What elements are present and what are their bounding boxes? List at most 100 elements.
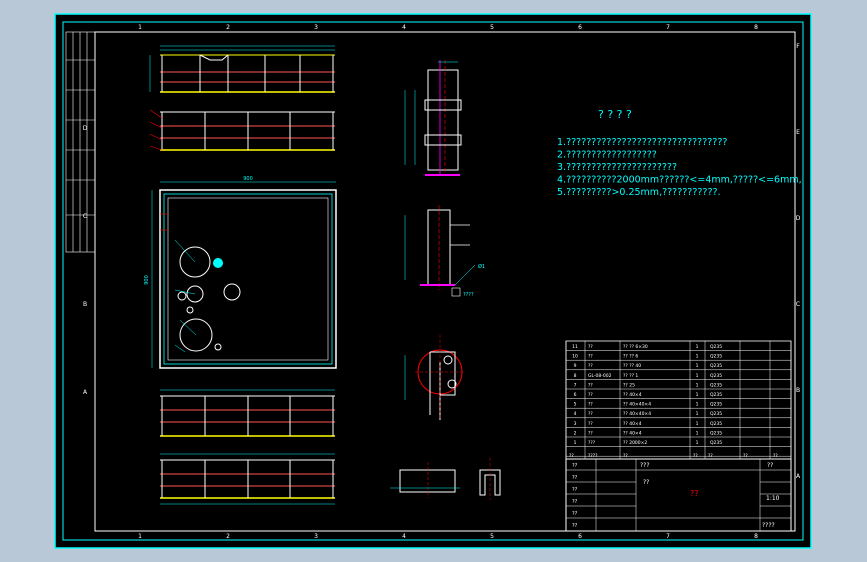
- border-zone-number: 2: [226, 24, 230, 31]
- bom-row-code: ??: [588, 382, 593, 388]
- drawing-title: ???: [640, 462, 650, 469]
- bom-row-no: 6: [574, 392, 577, 398]
- sheet-label: ??: [643, 479, 649, 486]
- bom-row-qty: 1: [696, 344, 699, 350]
- bom-row-name: ?? ?? 1: [623, 373, 638, 379]
- bom-row-code: ??: [588, 392, 593, 398]
- bom-row-no: 7: [574, 382, 577, 388]
- bom-row-no: 5: [574, 402, 577, 408]
- note-line: 5.?????????>0.25mm,???????????.: [557, 187, 721, 198]
- border-zone-number: 2: [226, 533, 230, 540]
- bom-row-name: ?? 2000×2: [623, 440, 647, 446]
- bom-row-name: ?? 40×40×4: [623, 402, 651, 408]
- bom-row-qty: 1: [696, 411, 699, 417]
- title-block-label: ??: [572, 523, 578, 529]
- border-zone-number: 8: [754, 24, 758, 31]
- title-block-label: ??: [572, 487, 578, 493]
- border-zone-number: 7: [666, 24, 670, 31]
- bom-row-no: 10: [572, 354, 578, 360]
- bom-row-mat: Q235: [710, 411, 722, 417]
- bom-header-cell: ??: [708, 453, 713, 459]
- bom-header-cell: ??: [569, 453, 574, 459]
- bom-row-name: ?? 40×40×4: [623, 411, 651, 417]
- scale-label: ??: [767, 462, 773, 469]
- bom-header-cell: ??: [693, 453, 698, 459]
- notes-heading: ? ? ? ?: [598, 108, 632, 121]
- bom-row-code: ??: [588, 402, 593, 408]
- bom-row-code: ??: [588, 363, 593, 369]
- bom-row-mat: Q235: [710, 430, 722, 436]
- bom-row-name: ?? ?? 6×30: [623, 344, 648, 350]
- bom-row-name: ?? 25: [623, 382, 635, 388]
- viewport-border: [54, 13, 812, 549]
- border-zone-letter: C: [83, 213, 87, 220]
- bom-row-mat: Q235: [710, 344, 722, 350]
- title-block-label: ??: [572, 499, 578, 505]
- bom-row-name: ?? ?? 6: [623, 354, 638, 360]
- note-line: 4.??????????2000mm??????<=4mm,?????<=6mm…: [557, 175, 802, 186]
- bom-row-no: 4: [574, 411, 577, 417]
- sheet-count: ????: [762, 522, 775, 529]
- border-zone-number: 6: [578, 533, 582, 540]
- bom-row-qty: 1: [696, 373, 699, 379]
- side-callout: ????: [463, 292, 474, 298]
- bom-row-no: 2: [574, 430, 577, 436]
- bom-row-name: ?? ?? 40: [623, 363, 641, 369]
- bom-row-code: ??: [588, 344, 593, 350]
- border-zone-number: 1: [138, 24, 142, 31]
- bom-row-mat: Q235: [710, 440, 722, 446]
- bom-row-code: ??: [588, 421, 593, 427]
- bom-row-mat: Q235: [710, 363, 722, 369]
- title-block-label: ??: [572, 463, 578, 469]
- border-zone-number: 1: [138, 533, 142, 540]
- bom-header-cell: ??: [623, 453, 628, 459]
- bom-row-name: ?? 40×4: [623, 392, 642, 398]
- border-zone-letter: B: [796, 387, 800, 394]
- border-zone-number: 6: [578, 24, 582, 31]
- bom-row-mat: Q235: [710, 402, 722, 408]
- bom-row-no: 8: [574, 373, 577, 379]
- bom-row-code: GL-08-002: [588, 373, 612, 379]
- note-line: 1.????????????????????????????????: [557, 137, 727, 148]
- bom-header-cell: ????: [588, 453, 598, 459]
- border-zone-letter: D: [83, 125, 88, 132]
- plate-height-label: 900: [144, 275, 150, 285]
- bom-row-name: ?? 40×4: [623, 430, 642, 436]
- bom-row-qty: 1: [696, 392, 699, 398]
- note-line: 3.??????????????????????: [557, 162, 677, 173]
- border-zone-number: 4: [402, 533, 406, 540]
- border-zone-letter: F: [796, 43, 800, 50]
- bom-row-code: ??: [588, 430, 593, 436]
- bom-row-mat: Q235: [710, 373, 722, 379]
- bom-row-qty: 1: [696, 402, 699, 408]
- scale-ratio: 1:10: [766, 495, 780, 502]
- border-zone-number: 3: [314, 533, 318, 540]
- bom-row-no: 1: [574, 440, 577, 446]
- border-zone-number: 3: [314, 24, 318, 31]
- border-zone-number: 8: [754, 533, 758, 540]
- title-block-label: ??: [572, 475, 578, 481]
- note-line: 2.??????????????????: [557, 150, 657, 161]
- bom-row-name: ?? 40×4: [623, 421, 642, 427]
- bom-row-no: 9: [574, 363, 577, 369]
- bom-row-code: ??: [588, 354, 593, 360]
- border-zone-letter: D: [796, 215, 801, 222]
- bom-row-mat: Q235: [710, 354, 722, 360]
- border-zone-number: 7: [666, 533, 670, 540]
- bom-header-cell: ??: [743, 453, 748, 459]
- border-zone-number: 5: [490, 24, 494, 31]
- border-zone-number: 4: [402, 24, 406, 31]
- bom-row-no: 3: [574, 421, 577, 427]
- bom-row-qty: 1: [696, 354, 699, 360]
- bom-row-qty: 1: [696, 430, 699, 436]
- shaft-callout: Ø1: [478, 263, 485, 270]
- title-block-label: ??: [572, 511, 578, 517]
- bom-row-qty: 1: [696, 382, 699, 388]
- bom-row-mat: Q235: [710, 382, 722, 388]
- bom-row-code: ??: [588, 411, 593, 417]
- border-zone-letter: E: [796, 129, 800, 136]
- border-zone-letter: B: [83, 301, 87, 308]
- bom-row-qty: 1: [696, 363, 699, 369]
- bom-row-mat: Q235: [710, 392, 722, 398]
- plate-width-label: 900: [243, 176, 253, 182]
